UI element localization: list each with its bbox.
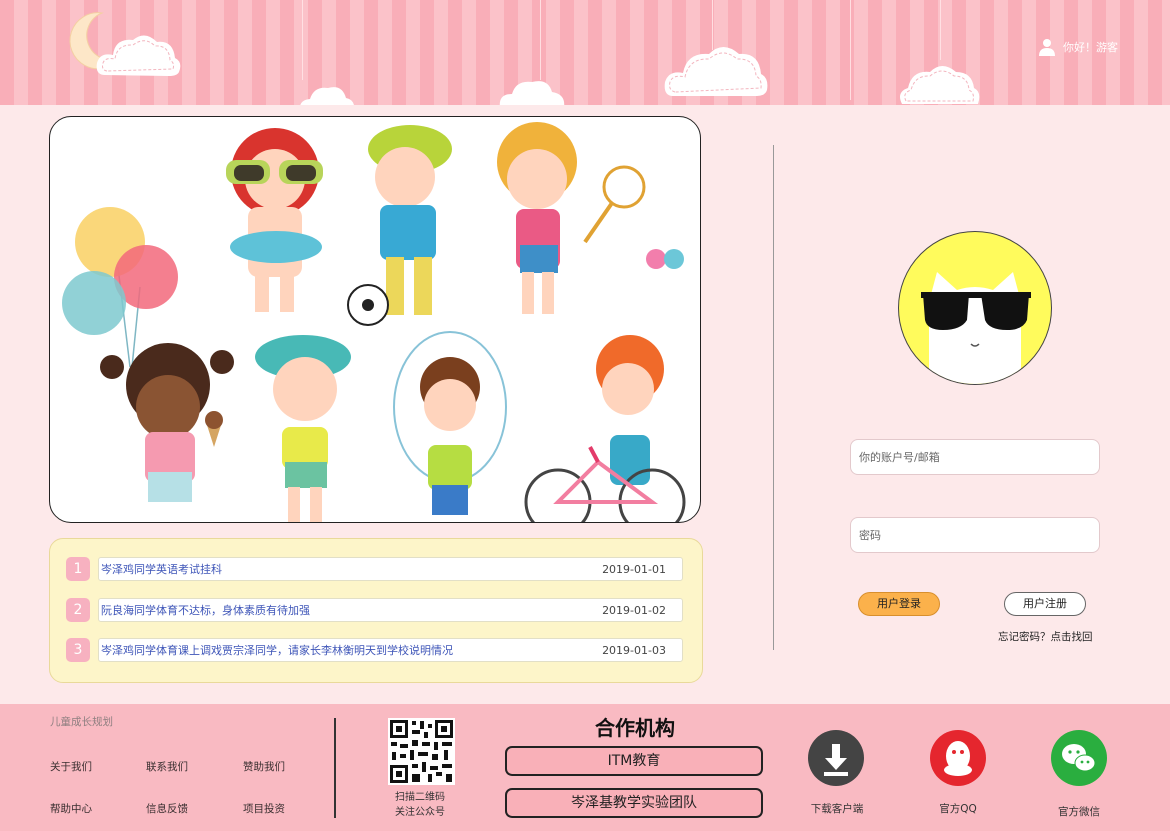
partner-itm-button[interactable]: ITM教育 [505,746,763,776]
qr-caption-line1: 扫描二维码 [395,792,445,803]
hanging-string [302,0,303,80]
kids-illustration [62,122,686,522]
kids-banner-image [49,116,701,523]
partners-title: 合作机构 [595,716,675,740]
investment-link[interactable]: 项目投资 [243,801,285,816]
avatar [898,231,1052,385]
cloud-decoration [900,66,980,104]
contact-us-link[interactable]: 联系我们 [146,759,188,774]
help-center-link[interactable]: 帮助中心 [50,801,92,816]
hanging-string [940,0,941,60]
news-index: 1 [66,557,90,581]
news-index: 2 [66,598,90,622]
download-label[interactable]: 下载客户端 [792,801,882,816]
news-item-box: 岑泽鸡同学体育课上调戏贾宗泽同学，请家长李林衡明天到学校说明情况 2019-01… [98,638,683,662]
account-input[interactable] [850,439,1100,475]
login-button[interactable]: 用户登录 [858,592,940,616]
download-icon[interactable] [808,730,864,786]
qr-code-icon [388,718,455,785]
news-date: 2019-01-02 [602,603,666,617]
qq-icon[interactable] [930,730,986,786]
news-item[interactable]: 3 岑泽鸡同学体育课上调戏贾宗泽同学，请家长李林衡明天到学校说明情况 2019-… [66,638,683,662]
news-date: 2019-01-01 [602,562,666,576]
cloud-decoration [300,87,354,105]
footer-divider [334,718,336,818]
qr-caption: 扫描二维码 关注公众号 [380,790,460,820]
hanging-string [540,0,541,80]
cool-cat-avatar-icon [921,272,1031,384]
news-index: 3 [66,638,90,662]
greeting-text: 你好！游客 [1063,41,1118,54]
forgot-password-link[interactable]: 忘记密码？点击找回 [998,629,1093,644]
cloud-decoration [664,47,768,96]
cloud-decoration [96,35,181,76]
news-item-box: 阮良海同学体育不达标，身体素质有待加强 2019-01-02 [98,598,683,622]
user-greeting[interactable]: 你好！游客 [1039,38,1118,56]
sponsor-us-link[interactable]: 赞助我们 [243,759,285,774]
about-us-link[interactable]: 关于我们 [50,759,92,774]
news-item[interactable]: 2 阮良海同学体育不达标，身体素质有待加强 2019-01-02 [66,598,683,622]
user-icon [1039,39,1055,56]
header: 你好！游客 [0,0,1170,105]
news-title[interactable]: 岑泽鸡同学体育课上调戏贾宗泽同学，请家长李林衡明天到学校说明情况 [101,642,453,658]
news-title[interactable]: 阮良海同学体育不达标，身体素质有待加强 [101,602,310,618]
footer: 儿童成长规划 关于我们 联系我们 赞助我们 帮助中心 信息反馈 项目投资 扫描二… [0,704,1170,831]
wechat-icon[interactable] [1051,730,1107,786]
news-title[interactable]: 岑泽鸡同学英语考试挂科 [101,561,222,577]
news-date: 2019-01-03 [602,643,666,657]
password-input[interactable] [850,517,1100,553]
wechat-label[interactable]: 官方微信 [1034,804,1124,819]
qr-caption-line2: 关注公众号 [395,807,445,818]
qq-label[interactable]: 官方QQ [913,801,1003,816]
news-panel: 1 岑泽鸡同学英语考试挂科 2019-01-01 2 阮良海同学体育不达标，身体… [49,538,703,683]
partner-lab-button[interactable]: 岑泽基教学实验团队 [505,788,763,818]
register-button[interactable]: 用户注册 [1004,592,1086,616]
cloud-decoration [499,81,565,105]
news-item[interactable]: 1 岑泽鸡同学英语考试挂科 2019-01-01 [66,557,683,581]
vertical-divider [773,145,774,650]
footer-section-title: 儿童成长规划 [50,716,113,728]
hanging-string [850,0,851,100]
news-item-box: 岑泽鸡同学英语考试挂科 2019-01-01 [98,557,683,581]
feedback-link[interactable]: 信息反馈 [146,801,188,816]
